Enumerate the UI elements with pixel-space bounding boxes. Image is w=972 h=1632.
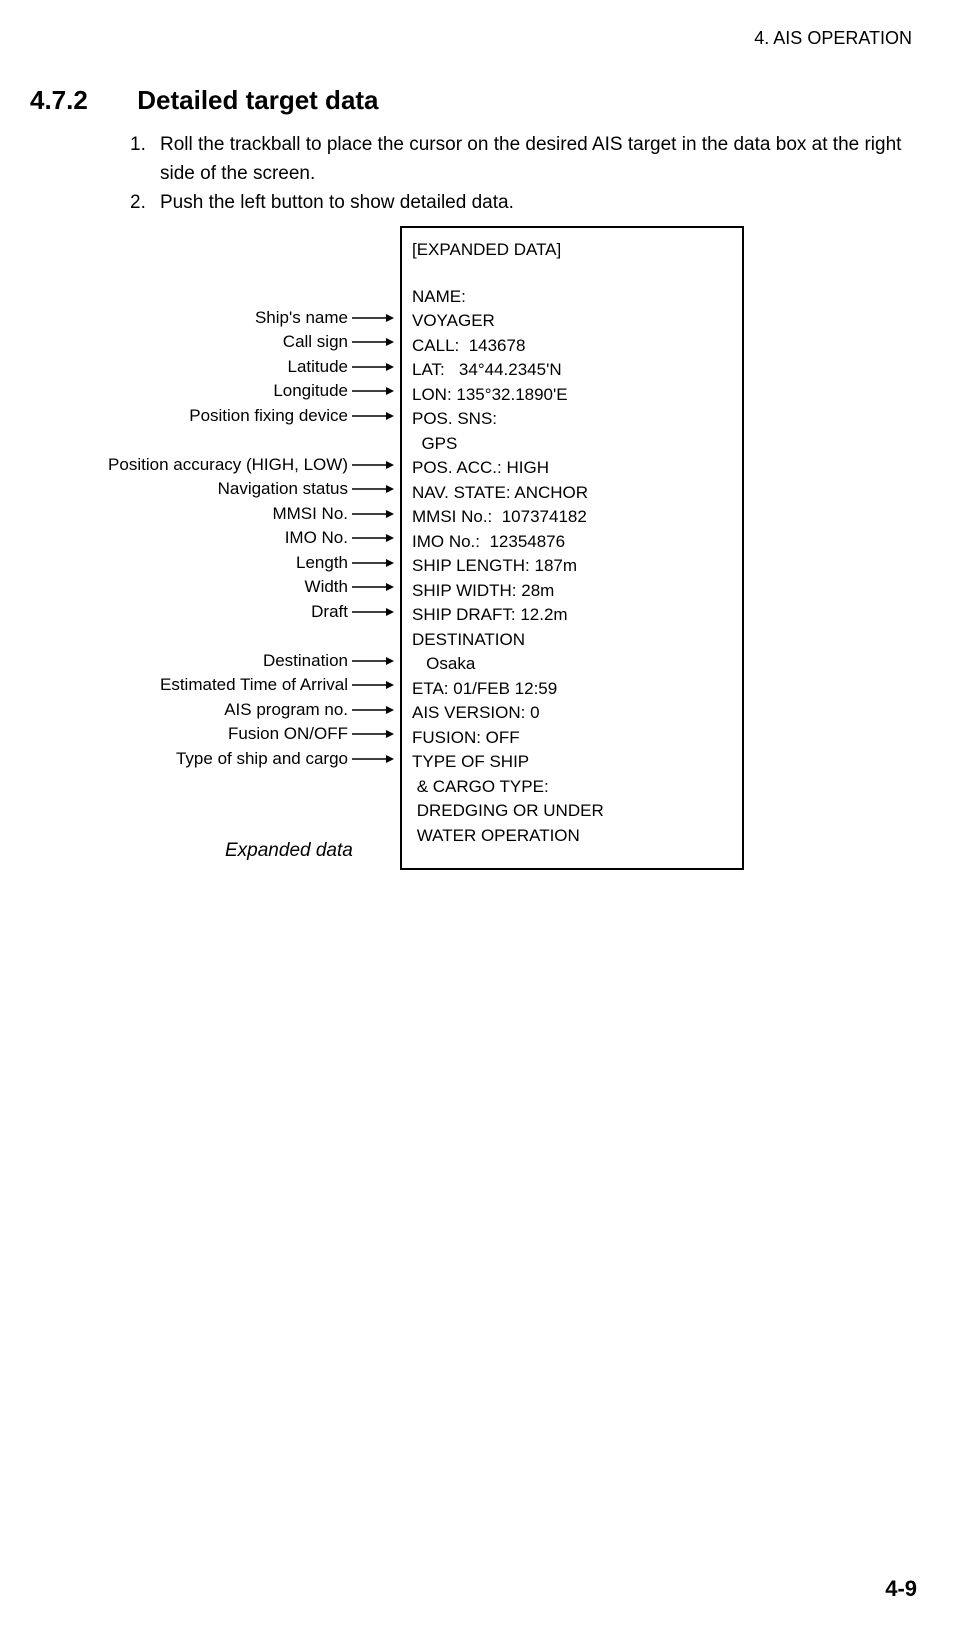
annotation-row: AIS program no.: [0, 698, 400, 723]
annotation-label: Type of ship and cargo: [176, 747, 348, 772]
box-line: NAME:: [412, 285, 732, 310]
annotation-row: MMSI No.: [0, 502, 400, 527]
box-line: MMSI No.: 107374182: [412, 505, 732, 530]
arrow-icon: [352, 729, 394, 739]
annotation-row: Type of ship and cargo: [0, 747, 400, 772]
box-line: POS. SNS:: [412, 407, 732, 432]
box-line: AIS VERSION: 0: [412, 701, 732, 726]
annotation-row: Navigation status: [0, 477, 400, 502]
arrow-icon: [352, 558, 394, 568]
expanded-data-box: [EXPANDED DATA] NAME:VOYAGERCALL: 143678…: [400, 226, 744, 870]
annotation-row: IMO No.: [0, 526, 400, 551]
annotation-row: Width: [0, 575, 400, 600]
annotation-label: AIS program no.: [224, 698, 348, 723]
annotation-label: Navigation status: [218, 477, 348, 502]
figure-caption: Expanded data: [225, 840, 353, 862]
arrow-icon: [352, 411, 394, 421]
annotation-label: Length: [296, 551, 348, 576]
arrow-icon: [352, 337, 394, 347]
box-line: NAV. STATE: ANCHOR: [412, 481, 732, 506]
list-text: Push the left button to show detailed da…: [160, 188, 932, 217]
annotation-label: MMSI No.: [272, 502, 348, 527]
section-number: 4.7.2: [30, 85, 130, 116]
box-line: FUSION: OFF: [412, 726, 732, 751]
box-line: GPS: [412, 432, 732, 457]
list-item: 1. Roll the trackball to place the curso…: [130, 130, 932, 188]
annotation-row: Latitude: [0, 355, 400, 380]
list-number: 1.: [130, 130, 160, 188]
box-line: SHIP LENGTH: 187m: [412, 554, 732, 579]
arrow-icon: [352, 386, 394, 396]
box-line: IMO No.: 12354876: [412, 530, 732, 555]
box-line: Osaka: [412, 652, 732, 677]
arrow-icon: [352, 460, 394, 470]
arrow-icon: [352, 607, 394, 617]
arrow-icon: [352, 484, 394, 494]
annotation-label: Position accuracy (HIGH, LOW): [108, 453, 348, 478]
box-line: SHIP WIDTH: 28m: [412, 579, 732, 604]
annotation-label: Estimated Time of Arrival: [160, 673, 348, 698]
list-text: Roll the trackball to place the cursor o…: [160, 130, 932, 188]
box-line: POS. ACC.: HIGH: [412, 456, 732, 481]
annotation-column: Ship's nameCall signLatitudeLongitudePos…: [0, 281, 400, 771]
arrow-icon: [352, 705, 394, 715]
instruction-list: 1. Roll the trackball to place the curso…: [130, 130, 932, 217]
annotation-label: Destination: [263, 649, 348, 674]
annotation-row: Draft: [0, 600, 400, 625]
arrow-icon: [352, 582, 394, 592]
annotation-label: Width: [305, 575, 348, 600]
box-line: CALL: 143678: [412, 334, 732, 359]
box-line: LON: 135°32.1890'E: [412, 383, 732, 408]
section-heading: 4.7.2 Detailed target data: [30, 85, 379, 116]
annotation-row: Ship's name: [0, 306, 400, 331]
page-header: 4. AIS OPERATION: [754, 28, 912, 49]
annotation-row: [0, 281, 400, 306]
box-line: TYPE OF SHIP: [412, 750, 732, 775]
box-line: DREDGING OR UNDER: [412, 799, 732, 824]
arrow-icon: [352, 509, 394, 519]
box-line: VOYAGER: [412, 309, 732, 334]
arrow-icon: [352, 362, 394, 372]
annotation-row: Destination: [0, 649, 400, 674]
annotation-row: [0, 428, 400, 453]
box-line: LAT: 34°44.2345'N: [412, 358, 732, 383]
annotation-row: Estimated Time of Arrival: [0, 673, 400, 698]
annotation-row: Longitude: [0, 379, 400, 404]
arrow-icon: [352, 680, 394, 690]
annotation-row: Length: [0, 551, 400, 576]
annotation-label: Latitude: [288, 355, 349, 380]
box-line: & CARGO TYPE:: [412, 775, 732, 800]
arrow-icon: [352, 656, 394, 666]
list-item: 2. Push the left button to show detailed…: [130, 188, 932, 217]
annotation-row: Fusion ON/OFF: [0, 722, 400, 747]
annotation-label: Fusion ON/OFF: [228, 722, 348, 747]
annotation-label: Ship's name: [255, 306, 348, 331]
box-line: DESTINATION: [412, 628, 732, 653]
page-footer: 4-9: [885, 1576, 917, 1602]
annotation-row: Call sign: [0, 330, 400, 355]
annotation-label: Draft: [311, 600, 348, 625]
box-line: WATER OPERATION: [412, 824, 732, 849]
annotation-label: IMO No.: [285, 526, 348, 551]
section-title: Detailed target data: [137, 85, 378, 115]
annotation-row: Position accuracy (HIGH, LOW): [0, 453, 400, 478]
box-line: SHIP DRAFT: 12.2m: [412, 603, 732, 628]
arrow-icon: [352, 533, 394, 543]
list-number: 2.: [130, 188, 160, 217]
annotation-label: Position fixing device: [189, 404, 348, 429]
annotation-label: Call sign: [283, 330, 348, 355]
annotation-row: Position fixing device: [0, 404, 400, 429]
box-line: ETA: 01/FEB 12:59: [412, 677, 732, 702]
annotation-row: [0, 624, 400, 649]
annotation-label: Longitude: [273, 379, 348, 404]
arrow-icon: [352, 313, 394, 323]
arrow-icon: [352, 754, 394, 764]
box-title: [EXPANDED DATA]: [412, 238, 732, 263]
